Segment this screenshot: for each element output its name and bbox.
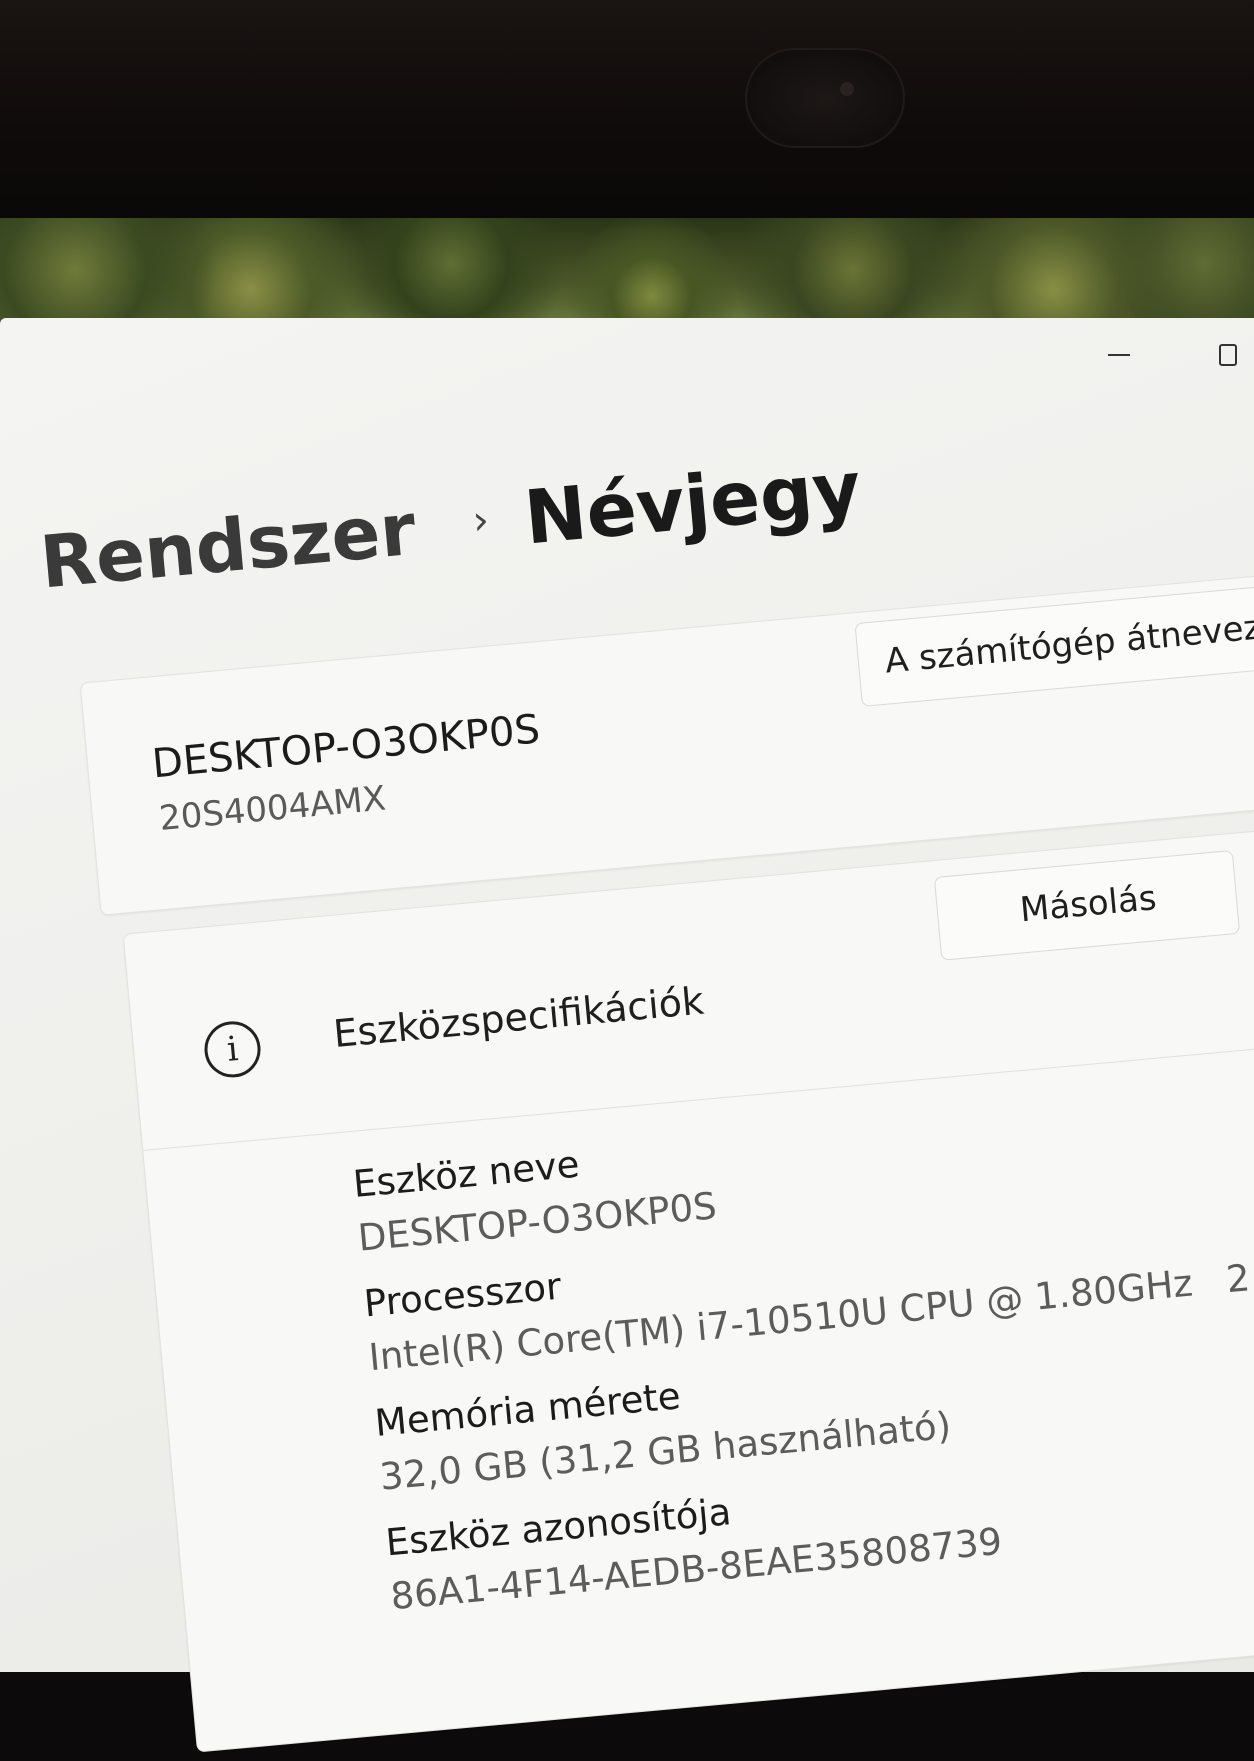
device-name: DESKTOP-O3OKP0S: [150, 706, 542, 788]
copy-button[interactable]: Másolás: [933, 849, 1241, 961]
specs-title: Eszközspecifikációk: [331, 978, 706, 1057]
page-title: Névjegy: [520, 445, 865, 562]
device-specs-card: i Eszközspecifikációk Másolás Eszköz nev…: [122, 823, 1254, 1753]
rename-pc-button[interactable]: A számítógép átnevezés: [854, 581, 1254, 707]
chevron-right-icon: ›: [470, 497, 491, 545]
device-model: 20S4004AMX: [157, 778, 388, 840]
specs-list: Eszköz neve DESKTOP-O3OKP0S Processzor I…: [351, 1070, 1254, 1641]
settings-content: Rendszer › Névjegy DESKTOP-O3OKP0S 20S4004…: [0, 0, 1254, 1753]
info-icon: i: [202, 1018, 263, 1080]
breadcrumb-parent[interactable]: Rendszer: [37, 487, 419, 605]
breadcrumb: Rendszer › Névjegy: [37, 445, 865, 605]
